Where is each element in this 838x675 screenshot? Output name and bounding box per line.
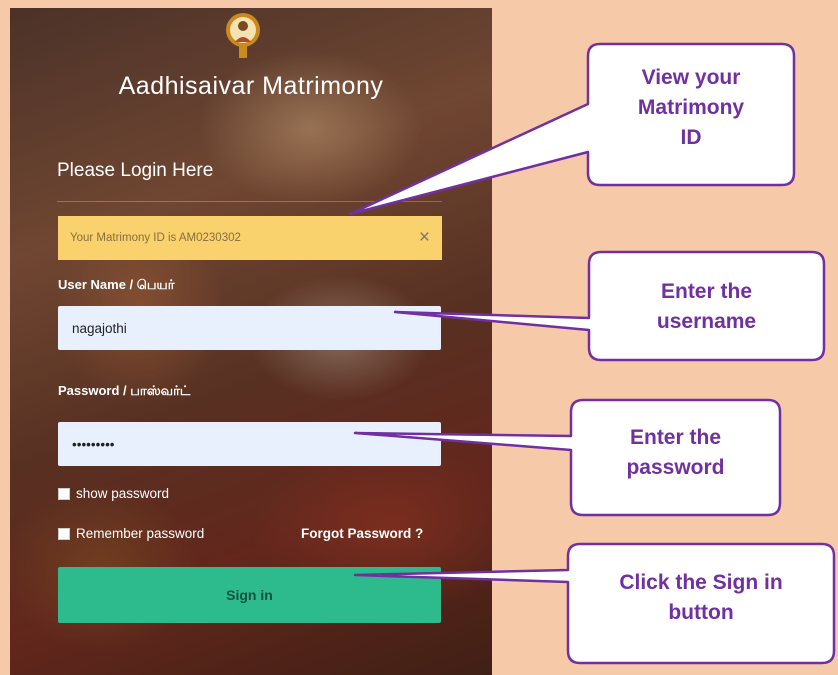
callout-password-text: Enter the password	[626, 426, 725, 479]
callout-signin-text: Click the Sign in button	[619, 571, 783, 624]
callout-view-id-text: View your Matrimony ID	[637, 66, 745, 149]
callout-username-text: Enter the username	[656, 280, 757, 333]
